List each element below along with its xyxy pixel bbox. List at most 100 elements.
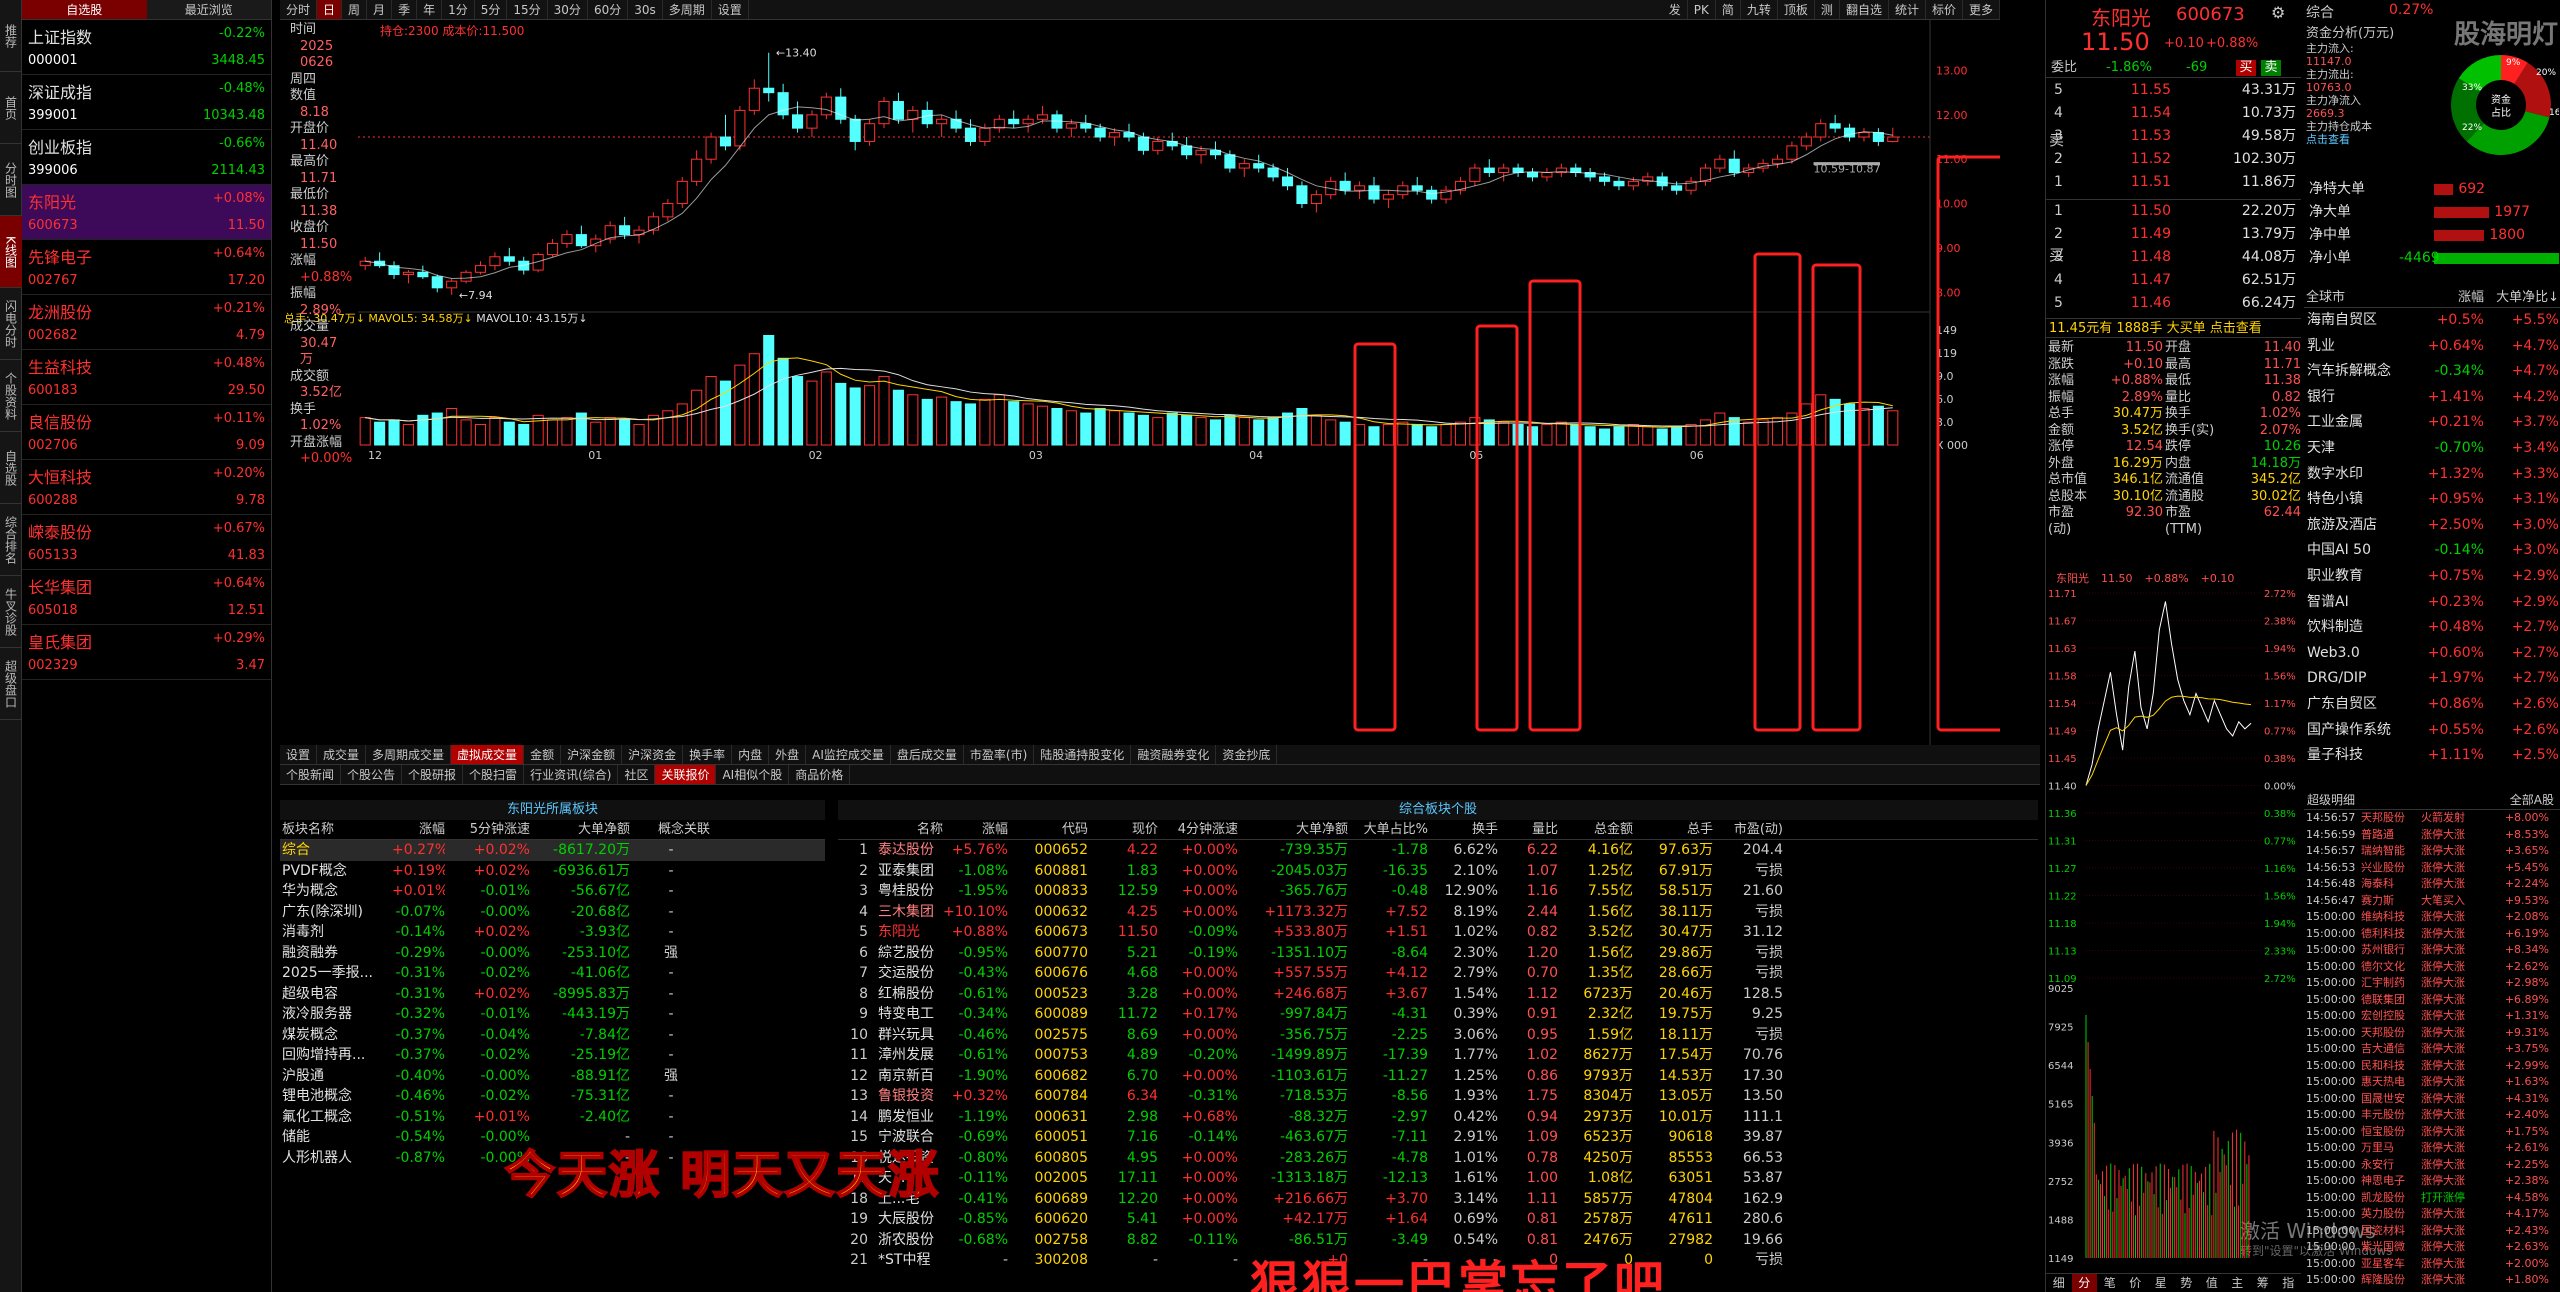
ask-row[interactable]: 1 11.51 11.86万 bbox=[2046, 171, 2301, 194]
tick-row[interactable]: 14:56:57 瑞纳智能 涨停大涨 +3.65% bbox=[2304, 843, 2560, 860]
sector-row[interactable]: 液冷服务器 -0.32% -0.01% -443.19万 - bbox=[280, 1004, 825, 1025]
bid-row[interactable]: 1 11.50 22.20万 bbox=[2046, 200, 2301, 223]
stock-header-cell[interactable] bbox=[838, 820, 868, 839]
tab-recent[interactable]: 最近浏览 bbox=[147, 0, 272, 19]
tick-row[interactable]: 15:00:00 英力股份 涨停大涨 +4.17% bbox=[2304, 1206, 2560, 1223]
tab-watchlist[interactable]: 自选股 bbox=[22, 0, 147, 19]
watchlist-item[interactable]: 皇氏集团 002329 +0.29% 3.47 bbox=[22, 625, 271, 680]
tick-row[interactable]: 14:56:48 海泰科 涨停大涨 +2.24% bbox=[2304, 876, 2560, 893]
watchlist-item[interactable]: 生益科技 600183 +0.48% 29.50 bbox=[22, 350, 271, 405]
vtab-3[interactable]: K线图 bbox=[0, 216, 22, 288]
period-tab[interactable]: 周 bbox=[342, 0, 368, 19]
tick-row[interactable]: 15:00:00 凯龙股份 打开涨停 +4.58% bbox=[2304, 1190, 2560, 1207]
sector-row[interactable]: 锂电池概念 -0.46% -0.02% -75.31亿 - bbox=[280, 1086, 825, 1107]
indicator-tab[interactable]: 虚拟成交量 bbox=[451, 745, 525, 764]
stock-row[interactable]: 19 大辰股份 -0.85% 600620 5.41 +0.00% +42.17万 +1.64… bbox=[838, 1209, 2038, 1230]
info-tab[interactable]: 行业资讯(综合) bbox=[524, 765, 619, 784]
ask-row[interactable]: 3 11.53 49.58万 bbox=[2046, 125, 2301, 148]
stock-row[interactable]: 3 粤桂股份 -1.95% 000833 12.59 +0.00% -365.76万 -0.4… bbox=[838, 881, 2038, 902]
indicator-tab[interactable]: 融资融券变化 bbox=[1131, 745, 1217, 764]
period-tab[interactable]: 1分 bbox=[442, 0, 475, 19]
toolbar-right-item[interactable]: 更多 bbox=[1963, 0, 2000, 19]
stock-row[interactable]: 11 漳州发展 -0.61% 000753 4.89 -0.20% -1499.89万 -17… bbox=[838, 1045, 2038, 1066]
mini-tab[interactable]: 分 bbox=[2071, 1274, 2097, 1292]
tick-row[interactable]: 15:00:00 紫光国微 涨停大涨 +2.63% bbox=[2304, 1239, 2560, 1256]
tick-row[interactable]: 14:56:47 赛力斯 大笔买入 +9.53% bbox=[2304, 893, 2560, 910]
mini-tab[interactable]: 指 bbox=[2276, 1274, 2302, 1292]
sector-row[interactable]: 华为概念 +0.01% -0.01% -56.67亿 - bbox=[280, 881, 825, 902]
info-tab[interactable]: 个股新闻 bbox=[280, 765, 342, 784]
indicator-tab[interactable]: 沪深金额 bbox=[561, 745, 623, 764]
ticks-filter[interactable]: 全部A股 bbox=[2454, 790, 2554, 809]
mini-tab[interactable]: 值 bbox=[2199, 1274, 2225, 1292]
stock-row[interactable]: 18 上...毛 -0.41% 600689 12.20 +0.00% +216.66万 +3… bbox=[838, 1189, 2038, 1210]
tick-row[interactable]: 15:00:00 丰元股份 涨停大涨 +2.40% bbox=[2304, 1107, 2560, 1124]
tick-row[interactable]: 15:00:00 民和科技 涨停大涨 +2.99% bbox=[2304, 1058, 2560, 1075]
toolbar-right-item[interactable]: 标价 bbox=[1926, 0, 1963, 19]
indicator-tab[interactable]: 盘后成交量 bbox=[891, 745, 964, 764]
toolbar-right-item[interactable]: 翻自选 bbox=[1840, 0, 1889, 19]
watchlist-item[interactable]: 先锋电子 002767 +0.64% 17.20 bbox=[22, 240, 271, 295]
fund-item-value[interactable]: 点击查看 bbox=[2306, 133, 2446, 146]
period-tab[interactable]: 分时 bbox=[280, 0, 318, 19]
vtab-9[interactable]: 超级盘口 bbox=[0, 648, 22, 720]
big-buy-notice[interactable]: 11.45元有 1888手 大买单 点击查看 bbox=[2046, 318, 2301, 338]
mini-tab[interactable]: 细 bbox=[2046, 1274, 2072, 1292]
watchlist-item[interactable]: 创业板指 399006 -0.66% 2114.43 bbox=[22, 130, 271, 185]
ask-row[interactable]: 5 11.55 43.31万 bbox=[2046, 79, 2301, 102]
sector-row[interactable]: 融资融券 -0.29% -0.00% -253.10亿 强 bbox=[280, 943, 825, 964]
sector-header-cell[interactable]: 大单净额 bbox=[530, 820, 630, 839]
mini-tab[interactable]: 星 bbox=[2148, 1274, 2174, 1292]
period-tab[interactable]: 年 bbox=[417, 0, 443, 19]
toolbar-right-item[interactable]: 顶板 bbox=[1778, 0, 1815, 19]
tick-row[interactable]: 15:00:00 万里马 涨停大涨 +2.61% bbox=[2304, 1140, 2560, 1157]
sector-ranking-header-cell[interactable]: 大单净比↓ bbox=[2484, 288, 2559, 307]
indicator-tab[interactable]: 资金抄底 bbox=[1216, 745, 1278, 764]
vtab-4[interactable]: 闪电分时 bbox=[0, 288, 22, 360]
sector-header-cell[interactable]: 涨幅 bbox=[390, 820, 445, 839]
info-tab[interactable]: 个股公告 bbox=[341, 765, 403, 784]
period-tab[interactable]: 30s bbox=[628, 0, 663, 19]
stock-row[interactable]: 15 宁波联合 -0.69% 600051 7.16 -0.14% -463.67万 -7.1… bbox=[838, 1127, 2038, 1148]
stock-row[interactable]: 2 亚泰集团 -1.08% 600881 1.83 +0.00% -2045.03万 -16.… bbox=[838, 861, 2038, 882]
tick-row[interactable]: 15:00:00 宏创控股 涨停大涨 +1.31% bbox=[2304, 1008, 2560, 1025]
info-tab[interactable]: 商品价格 bbox=[789, 765, 851, 784]
toolbar-right-item[interactable]: 九转 bbox=[1741, 0, 1778, 19]
tick-row[interactable]: 14:56:57 天邦股份 火箭发射 +8.00% bbox=[2304, 810, 2560, 827]
vtab-5[interactable]: 个股资料 bbox=[0, 360, 22, 432]
vtab-8[interactable]: 牛叉诊股 bbox=[0, 576, 22, 648]
sector-ranking-row[interactable]: 广东自贸区 +0.86% +2.6% bbox=[2304, 692, 2560, 718]
sell-button[interactable]: 卖 bbox=[2261, 60, 2281, 76]
mini-tab[interactable]: 主 bbox=[2225, 1274, 2251, 1292]
indicator-tab[interactable]: AI监控成交量 bbox=[806, 745, 891, 764]
vtab-7[interactable]: 综合排名 bbox=[0, 504, 22, 576]
sector-row[interactable]: 消毒剂 -0.14% +0.02% -3.93亿 - bbox=[280, 922, 825, 943]
stock-header-cell[interactable]: 大单净额 bbox=[1238, 820, 1348, 839]
indicator-tab[interactable]: 设置 bbox=[280, 745, 318, 764]
sector-row[interactable]: 超级电容 -0.31% +0.02% -8995.83万 - bbox=[280, 984, 825, 1005]
tick-row[interactable]: 14:56:59 普路通 涨停大涨 +8.53% bbox=[2304, 827, 2560, 844]
tick-row[interactable]: 15:00:00 惠天热电 涨停大涨 +1.63% bbox=[2304, 1074, 2560, 1091]
watchlist-item[interactable]: 深证成指 399001 -0.48% 10343.48 bbox=[22, 75, 271, 130]
stock-header-cell[interactable]: 换手 bbox=[1428, 820, 1498, 839]
stock-row[interactable]: 6 綜艺股份 -0.95% 600770 5.21 -0.19% -1351.10万 -8.6… bbox=[838, 943, 2038, 964]
ask-row[interactable]: 2 11.52 102.30万 bbox=[2046, 148, 2301, 171]
tick-row[interactable]: 15:00:00 恒宝股份 涨停大涨 +1.75% bbox=[2304, 1124, 2560, 1141]
watchlist-item[interactable]: 上证指数 000001 -0.22% 3448.45 bbox=[22, 20, 271, 75]
sector-ranking-row[interactable]: 职业教育 +0.75% +2.9% bbox=[2304, 564, 2560, 590]
toolbar-right-item[interactable]: 发 bbox=[1663, 0, 1688, 19]
toolbar-right-item[interactable]: 测 bbox=[1815, 0, 1840, 19]
tick-row[interactable]: 15:00:00 永安行 涨停大涨 +2.25% bbox=[2304, 1157, 2560, 1174]
toolbar-right-item[interactable]: PK bbox=[1688, 0, 1716, 19]
stock-row[interactable]: 4 三木集团 +10.10% 000632 4.25 +0.00% +1173.32万 +7.… bbox=[838, 902, 2038, 923]
stock-header-cell[interactable]: 涨幅 bbox=[943, 820, 1008, 839]
stock-row[interactable]: 17 天... -0.11% 002005 17.11 +0.00% -1313.18万 -1… bbox=[838, 1168, 2038, 1189]
tick-row[interactable]: 15:00:00 吉大通信 涨停大涨 +3.75% bbox=[2304, 1041, 2560, 1058]
mini-tab[interactable]: 势 bbox=[2174, 1274, 2200, 1292]
sector-header-cell[interactable]: 板块名称 bbox=[280, 820, 390, 839]
tick-row[interactable]: 15:00:00 德联集团 涨停大涨 +6.89% bbox=[2304, 992, 2560, 1009]
info-tab[interactable]: 个股研报 bbox=[402, 765, 464, 784]
sector-ranking-row[interactable]: 量子科技 +1.11% +2.5% bbox=[2304, 743, 2560, 769]
stock-row[interactable]: 12 南京新百 -1.90% 600682 6.70 +0.00% -1103.61万 -11… bbox=[838, 1066, 2038, 1087]
intraday-mini-chart[interactable]: 11.71 2.72% 11.67 2.38% 11.63 1.94% 11.58 1.56%… bbox=[2046, 588, 2301, 1273]
